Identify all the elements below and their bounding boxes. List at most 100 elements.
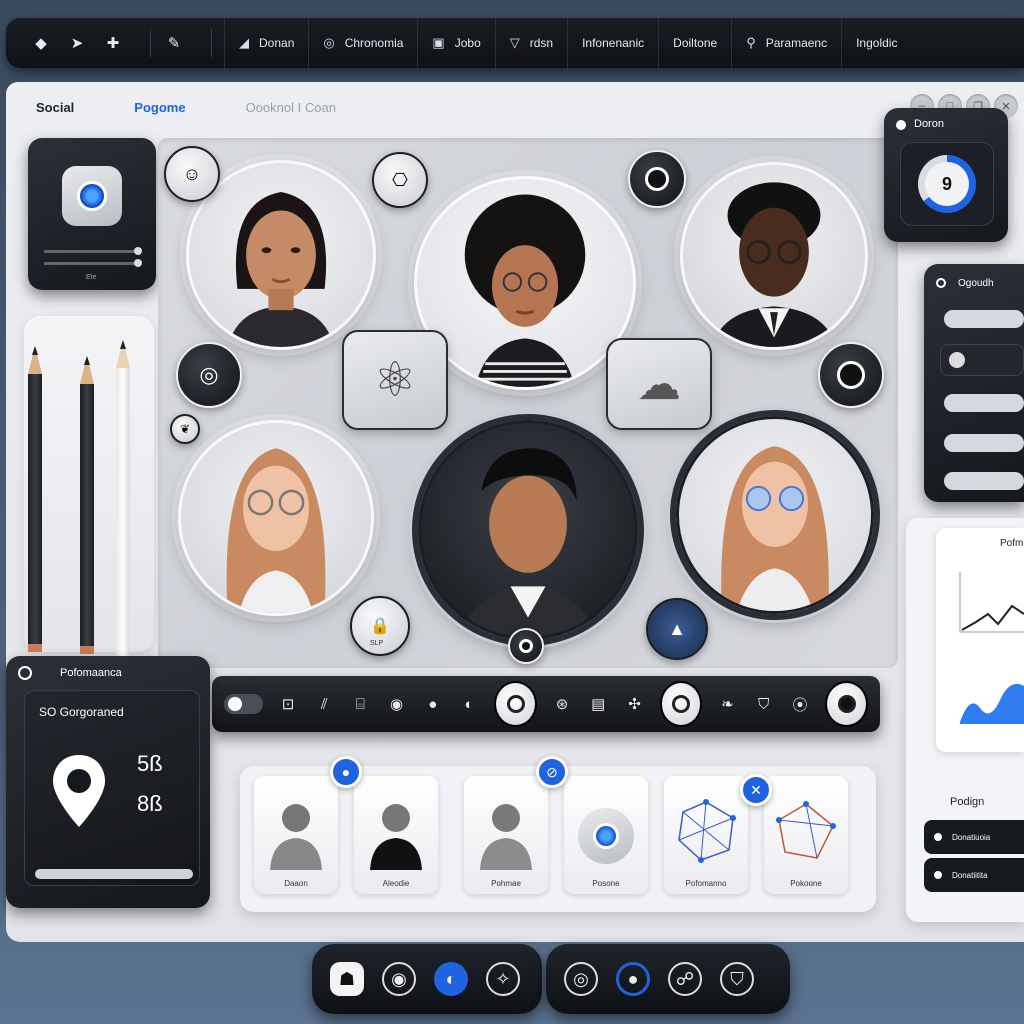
- avatar-man-1[interactable]: [680, 162, 868, 350]
- chart-card[interactable]: Pofm: [936, 528, 1024, 752]
- tab-active[interactable]: Pogome: [134, 100, 185, 115]
- setting-row[interactable]: [944, 472, 1024, 490]
- profile-card[interactable]: Pofomanno: [664, 776, 748, 894]
- app-icon-target[interactable]: ●: [616, 962, 650, 996]
- dot-icon: [936, 278, 946, 288]
- leaf-icon[interactable]: ❧: [716, 692, 738, 716]
- dot-icon[interactable]: ●: [422, 692, 444, 716]
- user-silhouette-icon: [370, 804, 422, 870]
- capture-button[interactable]: [659, 681, 703, 727]
- list-item-label: Donatiitita: [952, 870, 988, 880]
- diamond-icon[interactable]: ◆: [30, 32, 52, 54]
- profile-card[interactable]: Pokoone: [764, 776, 848, 894]
- chart-title: Pofm: [1000, 538, 1024, 549]
- avatar-woman-3[interactable]: [178, 420, 374, 616]
- list-item[interactable]: Donatiitita: [924, 858, 1024, 892]
- target-icon[interactable]: ⦿: [789, 692, 811, 716]
- person-portrait: [721, 446, 829, 611]
- dial-value: 9: [925, 162, 969, 206]
- toggle-knob[interactable]: [818, 342, 884, 408]
- frame-icon[interactable]: ⊡: [277, 692, 299, 716]
- chart-icon[interactable]: ⌸: [349, 692, 371, 716]
- image-icon: ▲: [668, 618, 686, 639]
- record-icon[interactable]: ◉: [385, 692, 407, 716]
- avatar-woman-4[interactable]: [676, 416, 874, 614]
- bird-icon: ❦: [179, 422, 191, 436]
- eye-icon[interactable]: ◐: [458, 692, 480, 716]
- nav-item-4[interactable]: ▽ rdsn: [494, 18, 567, 68]
- arrow-icon[interactable]: ➤: [66, 32, 88, 54]
- slider-line[interactable]: [44, 247, 142, 255]
- note-icon[interactable]: ▤: [587, 692, 609, 716]
- user-silhouette-icon: [270, 804, 322, 870]
- app-icon-shield[interactable]: ⛉: [720, 962, 754, 996]
- perf-value-2: 8ß: [137, 791, 163, 816]
- cloud-tile[interactable]: ☁: [606, 338, 712, 430]
- perf-value-1: 5ß: [137, 751, 163, 776]
- slider-line[interactable]: [44, 259, 142, 267]
- profile-card[interactable]: Posone: [564, 776, 648, 894]
- lock-knob[interactable]: 🔒: [350, 596, 410, 656]
- breadcrumb-trail[interactable]: Oooknol I Coan: [246, 100, 336, 115]
- nav-item-6[interactable]: Doiltone: [658, 18, 731, 68]
- setting-row[interactable]: [944, 434, 1024, 452]
- list-item[interactable]: Donatiuoia: [924, 820, 1024, 854]
- confirm-button[interactable]: [825, 681, 868, 727]
- pencil-icon: [80, 356, 94, 654]
- nav-label: Jobo: [454, 36, 481, 50]
- profile-card[interactable]: Aleodie: [354, 776, 438, 894]
- dot-icon: [896, 120, 906, 130]
- fingerprint-icon[interactable]: ⊛: [551, 692, 573, 716]
- settings-badge[interactable]: ✕: [740, 774, 772, 806]
- nav-item-2[interactable]: ◎ Chronomia: [308, 18, 417, 68]
- nav-item-7[interactable]: ⚲ Paramaenc: [731, 18, 841, 68]
- growth-card[interactable]: Ogoudh: [924, 264, 1024, 502]
- profile-card[interactable]: Pohmae: [464, 776, 548, 894]
- shutter-button[interactable]: [494, 681, 537, 727]
- small-knob[interactable]: [508, 628, 544, 664]
- app-icon-profile[interactable]: ☗: [330, 962, 364, 996]
- profile-label: Daaon: [284, 879, 308, 888]
- nav-item-3[interactable]: ▣ Jobo: [417, 18, 494, 68]
- app-icon-compass[interactable]: ✧: [486, 962, 520, 996]
- nav-label: Doiltone: [673, 36, 718, 50]
- link-badge[interactable]: ⊘: [536, 756, 568, 788]
- plus-icon[interactable]: ✚: [102, 32, 124, 54]
- dial-gauge[interactable]: 9: [900, 142, 994, 226]
- record-knob[interactable]: [628, 150, 686, 208]
- nav-item-1[interactable]: ◢ Donan: [224, 18, 308, 68]
- photo-knob[interactable]: ▲: [646, 598, 708, 660]
- atom-tile[interactable]: ⚛: [342, 330, 448, 430]
- dock-right: ◎ ● ☍ ⛉: [546, 944, 790, 1014]
- rotate-knob[interactable]: ⎔: [372, 152, 428, 208]
- dial-card[interactable]: Doron 9: [884, 108, 1008, 242]
- avatar-man-2[interactable]: [418, 420, 638, 640]
- profile-knob[interactable]: ☺: [164, 146, 220, 202]
- performance-card[interactable]: Pofomaanca SO Gorgoraned 5ß 8ß: [6, 656, 210, 908]
- camera-card[interactable]: Ete: [28, 138, 156, 290]
- nav-label: Ingoldic: [856, 36, 898, 50]
- brush-icon[interactable]: ✎: [163, 32, 185, 54]
- app-icon-chat[interactable]: ☍: [668, 962, 702, 996]
- app-icon-camera[interactable]: ◎: [564, 962, 598, 996]
- shield-icon[interactable]: ⛉: [753, 692, 775, 716]
- nav-item-5[interactable]: Infonenanic: [567, 18, 658, 68]
- toggle-switch[interactable]: [224, 694, 263, 714]
- setting-row[interactable]: [944, 310, 1024, 328]
- setting-row[interactable]: [940, 344, 1024, 376]
- perf-progress[interactable]: [35, 869, 193, 879]
- setting-row[interactable]: [944, 394, 1024, 412]
- fingerprint-knob[interactable]: ◎: [176, 342, 242, 408]
- bird-knob[interactable]: ❦: [170, 414, 200, 444]
- app-icon-globe[interactable]: ◐: [434, 962, 468, 996]
- puzzle-icon[interactable]: ✣: [623, 692, 645, 716]
- profile-card[interactable]: Daaon: [254, 776, 338, 894]
- nav-label: Paramaenc: [765, 36, 828, 50]
- nav-item-8[interactable]: Ingoldic: [841, 18, 911, 68]
- pencil-icon: [116, 340, 130, 658]
- perf-inner: SO Gorgoraned 5ß 8ß: [24, 690, 200, 886]
- add-badge[interactable]: ●: [330, 756, 362, 788]
- triangle-icon: ▽: [509, 35, 520, 50]
- app-icon-record[interactable]: ◉: [382, 962, 416, 996]
- slash-icon[interactable]: ⫽: [313, 692, 335, 716]
